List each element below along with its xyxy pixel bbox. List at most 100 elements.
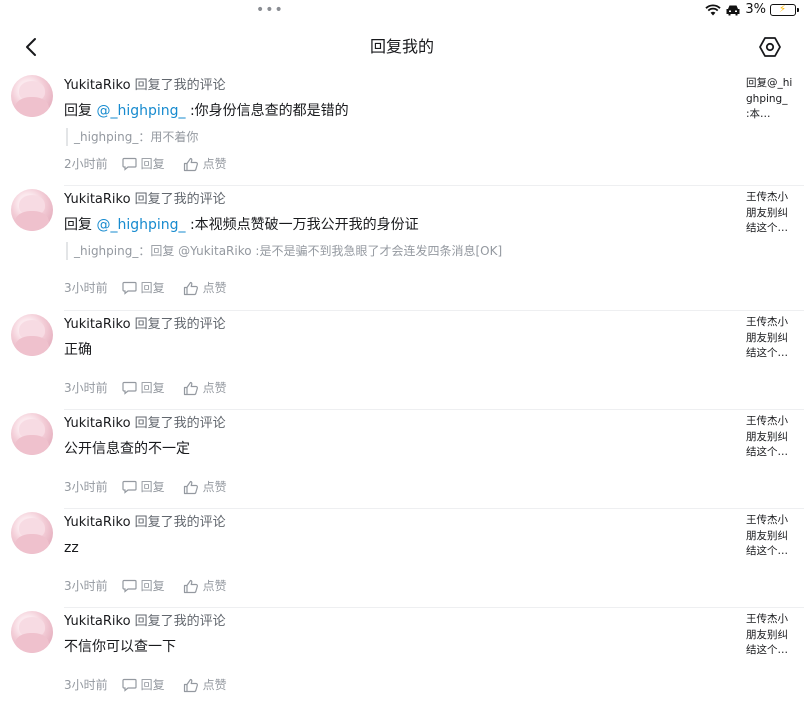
reply-button-label: 回复 <box>140 678 165 692</box>
reply-content: 回复 @_highping_ :本视频点赞破一万我公开我的身份证 <box>64 214 419 236</box>
reply-button-label: 回复 <box>140 480 165 494</box>
reply-action: 回复了我的评论 <box>134 416 226 431</box>
reply-content: 不信你可以查一下 <box>64 636 176 658</box>
reply-button-label: 回复 <box>140 281 165 295</box>
reply-time: 3小时前 <box>64 480 108 494</box>
avatar[interactable] <box>11 189 53 231</box>
reply-item[interactable]: YukitaRiko 回复了我的评论 zz 3小时前 回复 点赞 王传杰小朋友别纠… <box>0 509 804 608</box>
settings-hexagon-icon[interactable] <box>758 35 782 59</box>
reply-button[interactable]: 回复 <box>122 577 165 595</box>
reply-time: 3小时前 <box>64 579 108 593</box>
original-comment-preview[interactable]: 回复@_highping_ :本… <box>746 76 794 124</box>
battery-icon: ⚡ <box>770 4 799 16</box>
original-comment-preview[interactable]: 王传杰小朋友别纠结这个… <box>746 315 794 363</box>
avatar[interactable] <box>11 512 53 554</box>
reply-meta: 3小时前 回复 点赞 <box>64 279 227 297</box>
reply-button-label: 回复 <box>140 381 165 395</box>
reply-item[interactable]: YukitaRiko 回复了我的评论 不信你可以查一下 3小时前 回复 点赞 王传… <box>0 608 804 707</box>
avatar[interactable] <box>11 413 53 455</box>
reply-button-label: 回复 <box>140 579 165 593</box>
thumbs-up-icon <box>183 381 198 395</box>
like-button[interactable]: 点赞 <box>183 478 227 496</box>
reply-header: YukitaRiko 回复了我的评论 <box>64 76 226 96</box>
reply-list: YukitaRiko 回复了我的评论 回复 @_highping_ :你身份信息查… <box>0 72 804 707</box>
user-name[interactable]: YukitaRiko <box>64 78 131 93</box>
reply-prefix: 回复 <box>64 103 97 119</box>
reply-header: YukitaRiko 回复了我的评论 <box>64 190 226 210</box>
reply-item[interactable]: YukitaRiko 回复了我的评论 回复 @_highping_ :你身份信息查… <box>0 72 804 186</box>
thumbs-up-icon <box>183 480 198 494</box>
quoted-comment: _highping_：用不着你 <box>66 128 198 146</box>
reply-item[interactable]: YukitaRiko 回复了我的评论 公开信息查的不一定 3小时前 回复 点赞 王… <box>0 410 804 509</box>
car-icon <box>726 5 740 16</box>
original-comment-preview[interactable]: 王传杰小朋友别纠结这个… <box>746 190 794 238</box>
user-name[interactable]: YukitaRiko <box>64 192 131 207</box>
reply-text: :你身份信息查的都是错的 <box>185 103 349 119</box>
reply-header: YukitaRiko 回复了我的评论 <box>64 414 226 434</box>
original-comment-preview[interactable]: 王传杰小朋友别纠结这个… <box>746 513 794 561</box>
reply-time: 3小时前 <box>64 381 108 395</box>
reply-content: 回复 @_highping_ :你身份信息查的都是错的 <box>64 100 349 122</box>
user-name[interactable]: YukitaRiko <box>64 515 131 530</box>
multitasking-dots-icon[interactable]: ••• <box>256 3 284 17</box>
reply-button[interactable]: 回复 <box>122 279 165 297</box>
reply-button[interactable]: 回复 <box>122 676 165 694</box>
like-button-label: 点赞 <box>202 281 227 295</box>
user-name[interactable]: YukitaRiko <box>64 416 131 431</box>
user-name[interactable]: YukitaRiko <box>64 317 131 332</box>
reply-meta: 3小时前 回复 点赞 <box>64 379 227 397</box>
reply-meta: 2小时前 回复 点赞 <box>64 155 227 173</box>
reply-action: 回复了我的评论 <box>134 192 226 207</box>
reply-item[interactable]: YukitaRiko 回复了我的评论 回复 @_highping_ :本视频点赞破… <box>0 186 804 311</box>
reply-header: YukitaRiko 回复了我的评论 <box>64 315 226 335</box>
thumbs-up-icon <box>183 157 198 171</box>
mention-link[interactable]: @_highping_ <box>96 217 185 233</box>
like-button[interactable]: 点赞 <box>183 379 227 397</box>
reply-meta: 3小时前 回复 点赞 <box>64 676 227 694</box>
like-button-label: 点赞 <box>202 381 227 395</box>
reply-button[interactable]: 回复 <box>122 478 165 496</box>
wifi-icon <box>705 4 722 16</box>
like-button[interactable]: 点赞 <box>183 577 227 595</box>
reply-text: zz <box>64 540 79 556</box>
original-comment-preview[interactable]: 王传杰小朋友别纠结这个… <box>746 612 794 660</box>
user-name[interactable]: YukitaRiko <box>64 614 131 629</box>
navigation-bar: 回复我的 <box>0 22 804 72</box>
reply-button-label: 回复 <box>140 157 165 171</box>
reply-action: 回复了我的评论 <box>134 515 226 530</box>
comment-bubble-icon <box>122 157 137 171</box>
mention-link[interactable]: @_highping_ <box>96 103 185 119</box>
reply-item[interactable]: YukitaRiko 回复了我的评论 正确 3小时前 回复 点赞 王传杰小朋友别纠… <box>0 311 804 410</box>
reply-content: zz <box>64 537 79 559</box>
comment-bubble-icon <box>122 381 137 395</box>
reply-time: 3小时前 <box>64 678 108 692</box>
avatar[interactable] <box>11 75 53 117</box>
like-button[interactable]: 点赞 <box>183 155 227 173</box>
reply-text: 正确 <box>64 342 92 358</box>
reply-meta: 3小时前 回复 点赞 <box>64 478 227 496</box>
reply-button[interactable]: 回复 <box>122 379 165 397</box>
reply-action: 回复了我的评论 <box>134 78 226 93</box>
original-comment-preview[interactable]: 王传杰小朋友别纠结这个… <box>746 414 794 462</box>
comment-bubble-icon <box>122 281 137 295</box>
reply-action: 回复了我的评论 <box>134 614 226 629</box>
reply-time: 2小时前 <box>64 157 108 171</box>
reply-content: 公开信息查的不一定 <box>64 438 190 460</box>
reply-text: 公开信息查的不一定 <box>64 441 190 457</box>
reply-time: 3小时前 <box>64 281 108 295</box>
avatar[interactable] <box>11 611 53 653</box>
like-button[interactable]: 点赞 <box>183 279 227 297</box>
avatar[interactable] <box>11 314 53 356</box>
quoted-comment: _highping_：回复 @YukitaRiko :是不是骗不到我急眼了才会连… <box>66 242 502 260</box>
like-button-label: 点赞 <box>202 678 227 692</box>
reply-content: 正确 <box>64 339 92 361</box>
reply-button[interactable]: 回复 <box>122 155 165 173</box>
reply-prefix: 回复 <box>64 217 97 233</box>
status-right: 3% ⚡ <box>705 2 799 18</box>
like-button[interactable]: 点赞 <box>183 676 227 694</box>
comment-bubble-icon <box>122 480 137 494</box>
like-button-label: 点赞 <box>202 157 227 171</box>
comment-bubble-icon <box>122 678 137 692</box>
battery-percent: 3% <box>745 2 766 17</box>
status-bar: ••• 3% ⚡ <box>0 0 804 22</box>
